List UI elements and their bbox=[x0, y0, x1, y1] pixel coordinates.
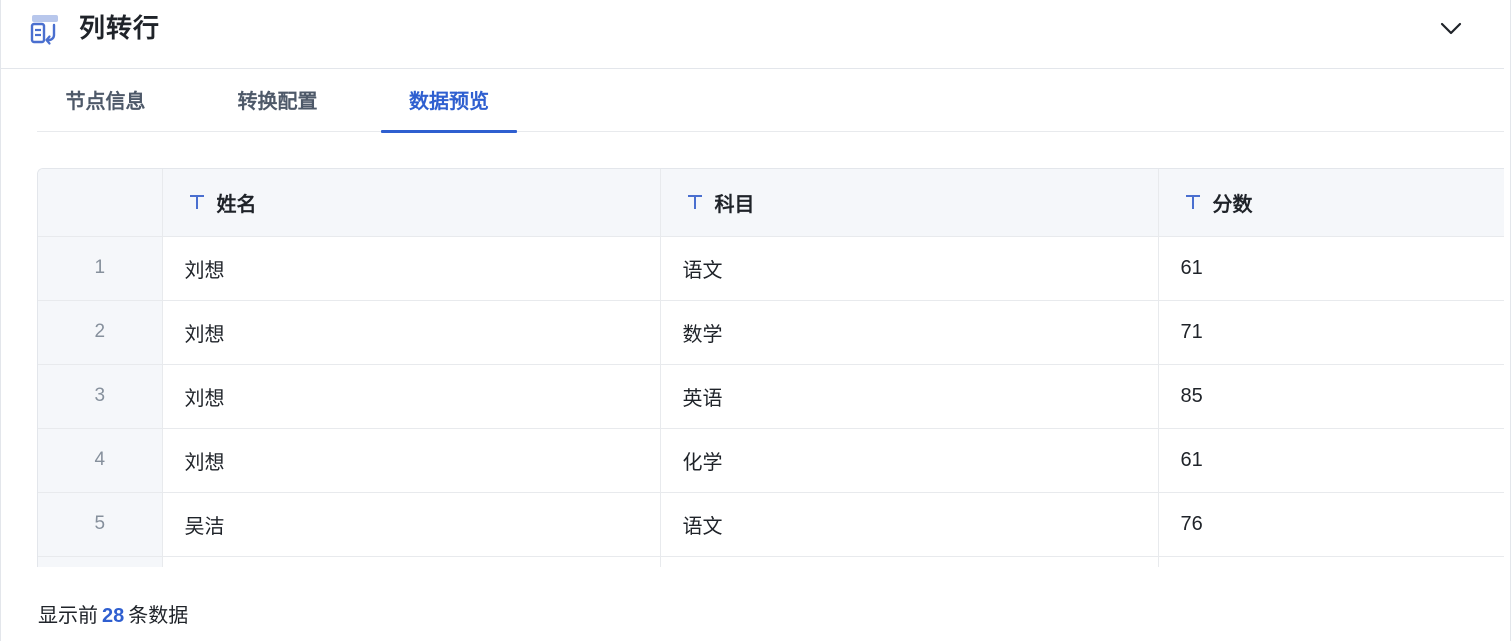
table-cell bbox=[1157, 556, 1504, 567]
table-row: 4 刘想 化学 61 bbox=[38, 428, 1504, 493]
chevron-down-icon[interactable] bbox=[1437, 14, 1465, 42]
tab-transform-config[interactable]: 转换配置 bbox=[209, 70, 346, 132]
data-preview-table: 姓名 科目 分数 1 刘想 语文 61 2 刘想 数学 71 3 刘想 英语 8… bbox=[37, 168, 1504, 567]
table-cell: 76 bbox=[1157, 492, 1504, 557]
row-index: 3 bbox=[38, 364, 162, 429]
tab-bar: 节点信息 转换配置 数据预览 bbox=[37, 70, 1504, 133]
table-cell: 吴洁 bbox=[161, 492, 660, 557]
row-count-summary: 显示前 28 条数据 bbox=[38, 603, 188, 629]
table-cell: 数学 bbox=[659, 300, 1158, 365]
tab-node-info[interactable]: 节点信息 bbox=[37, 70, 174, 132]
table-cell: 61 bbox=[1157, 236, 1504, 301]
summary-suffix: 条数据 bbox=[128, 605, 189, 627]
table-cell: 61 bbox=[1157, 428, 1504, 493]
column-header-name: 姓名 bbox=[161, 169, 660, 237]
text-type-icon bbox=[687, 195, 702, 210]
text-type-icon bbox=[1185, 195, 1200, 210]
column-label: 分数 bbox=[1212, 193, 1253, 216]
row-index: 4 bbox=[38, 428, 162, 493]
table-header-row: 姓名 科目 分数 bbox=[38, 169, 1504, 237]
table-cell: 语文 bbox=[659, 492, 1158, 557]
column-header-subject: 科目 bbox=[659, 169, 1158, 237]
column-to-row-icon bbox=[30, 15, 58, 45]
text-type-icon bbox=[189, 195, 204, 210]
table-cell: 刘想 bbox=[161, 364, 660, 429]
table-cell: 刘想 bbox=[161, 428, 660, 493]
row-index: 5 bbox=[38, 492, 162, 557]
panel-header: 列转行 bbox=[1, 0, 1504, 69]
table-row bbox=[38, 556, 1504, 567]
summary-prefix: 显示前 bbox=[38, 605, 98, 627]
row-index: 2 bbox=[38, 300, 162, 365]
panel-title: 列转行 bbox=[79, 13, 161, 43]
table-row: 3 刘想 英语 85 bbox=[38, 364, 1504, 429]
table-row: 5 吴洁 语文 76 bbox=[38, 492, 1504, 557]
column-header-score: 分数 bbox=[1157, 169, 1504, 237]
tab-data-preview[interactable]: 数据预览 bbox=[381, 70, 517, 133]
table-cell: 语文 bbox=[659, 236, 1158, 301]
table-cell: 刘想 bbox=[161, 236, 660, 301]
table-row: 2 刘想 数学 71 bbox=[38, 300, 1504, 365]
column-label: 科目 bbox=[714, 193, 755, 216]
row-index bbox=[38, 556, 162, 567]
table-cell: 英语 bbox=[659, 364, 1158, 429]
table-cell: 化学 bbox=[659, 428, 1158, 493]
table-cell: 71 bbox=[1157, 300, 1504, 365]
table-cell: 85 bbox=[1157, 364, 1504, 429]
table-cell bbox=[659, 556, 1158, 567]
table-row: 1 刘想 语文 61 bbox=[38, 236, 1504, 301]
table-cell bbox=[161, 556, 660, 567]
column-label: 姓名 bbox=[216, 193, 257, 216]
index-header bbox=[38, 169, 162, 237]
row-index: 1 bbox=[38, 236, 162, 301]
table-cell: 刘想 bbox=[161, 300, 660, 365]
column-to-row-panel: 列转行 节点信息 转换配置 数据预览 姓名 科目 分数 1 刘想 语文 61 2… bbox=[0, 0, 1511, 641]
row-count: 28 bbox=[102, 605, 125, 627]
